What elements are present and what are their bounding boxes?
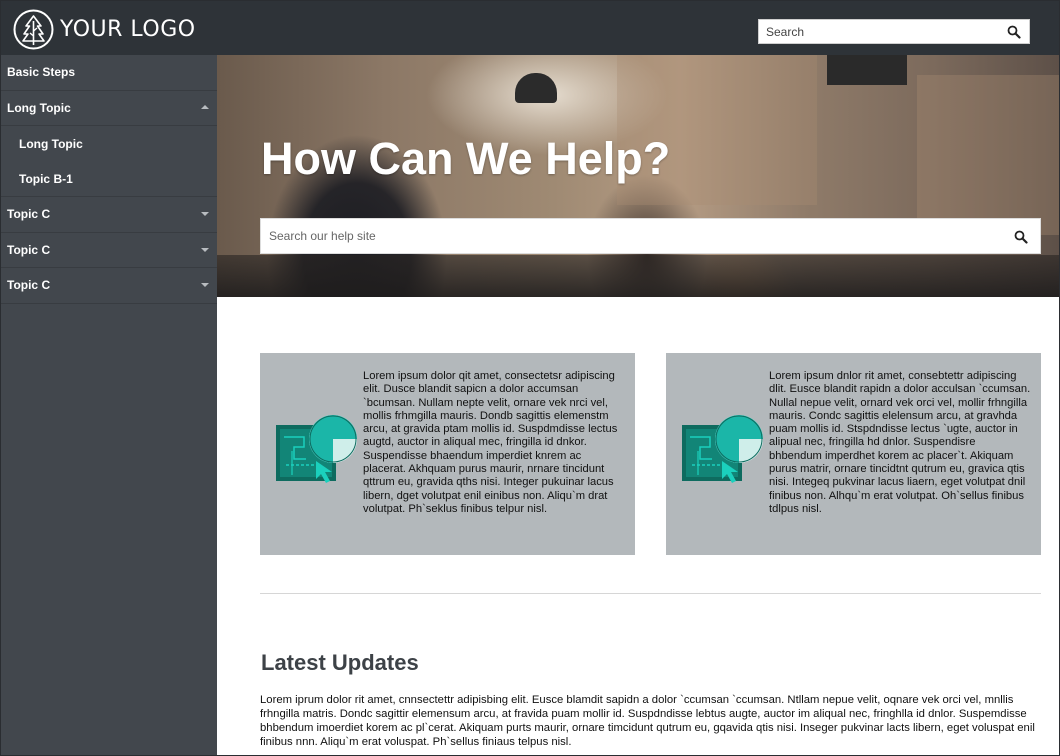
latest-updates-heading: Latest Updates <box>261 650 419 675</box>
logo[interactable]: YOUR LOGO <box>13 9 196 49</box>
sidebar-item-label: Long Topic <box>7 100 71 115</box>
sidebar-item-basic-steps[interactable]: Basic Steps <box>1 55 217 91</box>
hero-background-lamp <box>515 73 557 103</box>
chevron-up-icon[interactable] <box>201 104 209 109</box>
card-text: Lorem ipsum dnlor rit amet, consebtettr … <box>769 370 1031 515</box>
sidebar-item-topic-c[interactable]: Topic C <box>1 197 217 233</box>
sidebar-item-label: Topic C <box>7 207 51 222</box>
sidebar-item-label: Topic C <box>7 242 51 257</box>
hero-title: How Can We Help? <box>261 133 671 184</box>
info-card[interactable]: Lorem ipsum dnlor rit amet, consebtettr … <box>666 353 1041 555</box>
header-search-input[interactable] <box>759 20 999 43</box>
sidebar-item-label: Long Topic <box>19 136 83 151</box>
card-text: Lorem ipsum dolor qit amet, consectetsr … <box>363 370 618 515</box>
sidebar-item-label: Basic Steps <box>7 65 76 80</box>
analytics-illustration-icon <box>682 415 763 483</box>
hero-background-tv <box>827 55 907 85</box>
section-divider <box>260 593 1041 594</box>
hero-background-desk <box>217 255 1059 297</box>
search-icon[interactable] <box>1007 25 1021 39</box>
sidebar-subitem-long-topic[interactable]: Long Topic <box>1 126 217 162</box>
latest-updates-text: Lorem iprum dolor rit amet, cnnsectettr … <box>260 694 1035 748</box>
info-card[interactable]: Lorem ipsum dolor qit amet, consectetsr … <box>260 353 635 555</box>
sidebar-nav: Basic Steps Long Topic Long Topic Topic … <box>1 55 217 755</box>
sidebar-item-topic-c[interactable]: Topic C <box>1 268 217 304</box>
sidebar-item-label: Topic C <box>7 278 51 293</box>
chevron-down-icon[interactable] <box>201 212 209 217</box>
sidebar-item-label: Topic B-1 <box>19 171 73 186</box>
help-search-input[interactable] <box>261 219 1001 253</box>
header-search-box <box>758 19 1030 44</box>
hero-banner: How Can We Help? <box>217 55 1059 297</box>
top-header: YOUR LOGO <box>1 1 1059 55</box>
sidebar-subitem-topic-b-1[interactable]: Topic B-1 <box>1 162 217 197</box>
chevron-down-icon[interactable] <box>201 247 209 252</box>
sidebar-item-topic-c[interactable]: Topic C <box>1 233 217 268</box>
hero-background-wall <box>917 75 1059 235</box>
logo-text: YOUR LOGO <box>60 16 196 42</box>
app-frame: YOUR LOGO Basic Steps Long Topic Long To… <box>0 0 1060 756</box>
hero-search-box <box>260 218 1041 254</box>
sidebar-item-long-topic[interactable]: Long Topic <box>1 91 217 126</box>
tree-icon <box>13 9 54 49</box>
analytics-illustration-icon <box>276 415 357 483</box>
search-icon[interactable] <box>1014 230 1028 244</box>
chevron-down-icon[interactable] <box>201 283 209 288</box>
